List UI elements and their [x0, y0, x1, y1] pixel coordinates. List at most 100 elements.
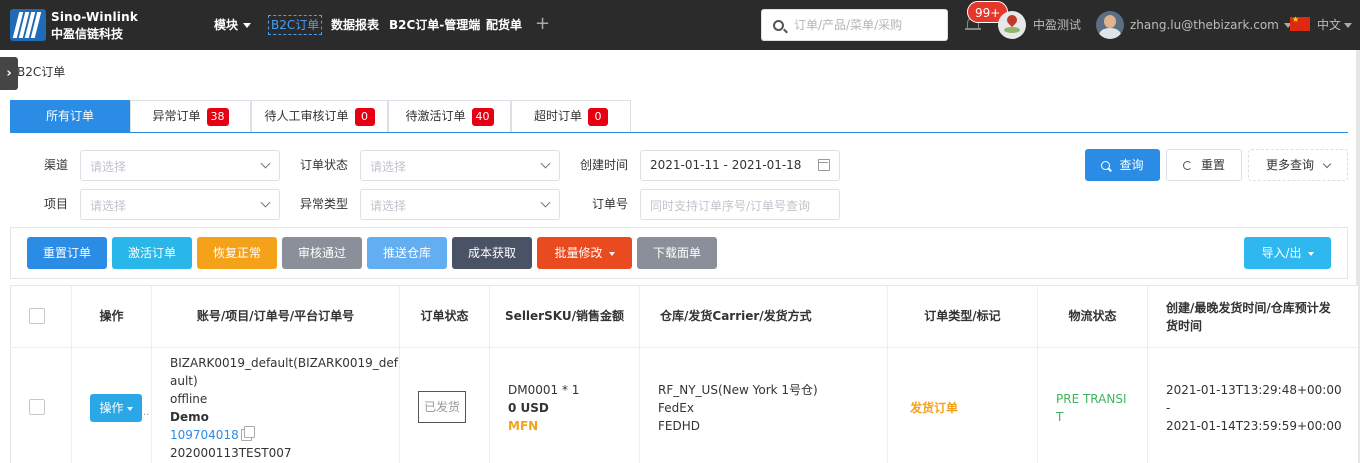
query-button-label: 查询	[1119, 158, 1144, 172]
chevron-down-icon	[260, 158, 271, 169]
more-query-button[interactable]: 更多查询	[1248, 149, 1348, 181]
tab-pending-activation-orders[interactable]: 待激活订单 40	[388, 100, 511, 132]
nav-tab-reports[interactable]: 数据报表	[331, 16, 379, 34]
brand-logo[interactable]: Sino-Winlink 中盈信链科技	[10, 9, 138, 41]
logistics-status-line-1: PRE TRANSI	[1056, 392, 1127, 406]
order-id-link[interactable]: 109704018	[170, 426, 239, 444]
seller-sku: DM0001 * 1	[508, 383, 580, 397]
restore-normal-button[interactable]: 恢复正常	[197, 237, 277, 269]
chevron-down-icon	[260, 197, 271, 208]
channel-placeholder: 请选择	[90, 160, 127, 174]
order-type: 发货订单	[910, 401, 959, 415]
tab-exception-orders[interactable]: 异常订单 38	[130, 100, 251, 132]
tab-underline	[10, 132, 1348, 133]
tab-all-orders[interactable]: 所有订单	[10, 100, 130, 132]
tab-label: 待人工审核订单	[264, 109, 349, 123]
tab-manual-review-orders[interactable]: 待人工审核订单 0	[251, 100, 388, 132]
user-email: zhang.lu@thebizark.com	[1130, 18, 1279, 32]
tab-label: 异常订单	[152, 109, 201, 123]
nav-tab-b2c-admin[interactable]: B2C订单-管理端	[389, 16, 480, 34]
created-time-range-picker[interactable]: 2021-01-11 - 2021-01-18	[640, 150, 840, 181]
row-op-dropdown-button[interactable]: 操作	[90, 394, 142, 422]
order-number-label: 订单号	[592, 197, 629, 211]
tab-label: 超时订单	[533, 109, 582, 123]
nav-module-label: 模块	[214, 18, 239, 32]
exception-type-label: 异常类型	[300, 197, 349, 211]
exception-type-placeholder: 请选择	[370, 199, 407, 213]
header-order-type: 订单类型/标记	[888, 285, 1038, 348]
fulfillment-type: MFN	[508, 419, 539, 433]
reset-button[interactable]: 重置	[1166, 149, 1242, 181]
order-status-label: 订单状态	[300, 158, 349, 172]
user-avatar[interactable]	[1096, 11, 1124, 39]
row-checkbox[interactable]	[29, 399, 45, 415]
user-menu[interactable]: zhang.lu@thebizark.com	[1130, 16, 1292, 34]
nav-module-dropdown[interactable]: 模块	[214, 16, 252, 34]
header-status: 订单状态	[400, 285, 490, 348]
order-number-input[interactable]: 同时支持订单序号/订单号查询	[640, 189, 840, 220]
org-name[interactable]: 中盈测试	[1033, 16, 1081, 34]
activate-order-button[interactable]: 激活订单	[112, 237, 192, 269]
created-time-label: 创建时间	[580, 158, 629, 172]
batch-edit-dropdown-button[interactable]: 批量修改	[537, 237, 632, 269]
reset-order-button[interactable]: 重置订单	[27, 237, 107, 269]
language-menu[interactable]: 中文	[1317, 16, 1353, 34]
import-export-label: 导入/出	[1261, 246, 1302, 260]
org-avatar[interactable]	[998, 11, 1026, 39]
channel-label: 渠道	[44, 158, 69, 172]
header-select-all-cell	[10, 285, 72, 348]
breadcrumb-bar	[0, 50, 1360, 94]
tab-label: 所有订单	[45, 109, 94, 123]
caret-down-icon	[243, 23, 252, 28]
refresh-icon	[1182, 161, 1192, 170]
header-label: 操作	[99, 309, 124, 323]
select-all-checkbox[interactable]	[29, 308, 45, 324]
overflow-dots: ..	[143, 407, 150, 418]
push-warehouse-button[interactable]: 推送仓库	[367, 237, 447, 269]
chevron-down-icon	[540, 197, 551, 208]
reset-button-label: 重置	[1200, 158, 1225, 172]
page-title: B2C订单	[17, 65, 66, 79]
nav-tab-b2c-orders[interactable]: B2C订单	[268, 15, 323, 35]
chevron-down-icon	[540, 158, 551, 169]
add-tab-icon[interactable]: +	[535, 13, 550, 35]
global-search-input[interactable]	[794, 16, 944, 34]
header-label: SellerSKU/销售金额	[505, 309, 624, 323]
approve-button[interactable]: 审核通过	[282, 237, 362, 269]
copy-icon[interactable]	[241, 426, 255, 441]
china-flag-icon[interactable]	[1290, 15, 1310, 31]
exception-type-select[interactable]: 请选择	[360, 189, 560, 220]
header-logistics: 物流状态	[1038, 285, 1148, 348]
more-query-label: 更多查询	[1265, 158, 1314, 172]
top-bar: Sino-Winlink 中盈信链科技 模块 B2C订单 数据报表 B2C订单-…	[0, 0, 1360, 50]
channel-select[interactable]: 请选择	[80, 150, 280, 181]
query-button[interactable]: 查询	[1085, 149, 1160, 181]
created-time-value: 2021-01-11 - 2021-01-18	[650, 158, 802, 172]
latest-ship-time: 2021-01-14T23:59:59+00:00	[1166, 419, 1342, 433]
language-label: 中文	[1317, 18, 1342, 32]
project-label: 项目	[44, 197, 69, 211]
get-cost-button[interactable]: 成本获取	[452, 237, 532, 269]
order-status-select[interactable]: 请选择	[360, 150, 560, 181]
account-line-3: offline	[170, 392, 208, 406]
project-placeholder: 请选择	[90, 199, 127, 213]
header-label: 仓库/发货Carrier/发货方式	[660, 309, 812, 323]
shipping-method: FEDHD	[658, 419, 700, 433]
import-export-dropdown-button[interactable]: 导入/出	[1244, 237, 1331, 269]
sidebar-toggle-chevron-icon[interactable]: ›	[0, 57, 18, 90]
search-icon	[1101, 161, 1111, 170]
count-badge: 0	[588, 107, 608, 126]
header-account: 账号/项目/订单号/平台订单号	[152, 285, 400, 348]
tab-timeout-orders[interactable]: 超时订单 0	[511, 100, 631, 132]
nav-tab-allocation[interactable]: 配货单	[486, 16, 522, 34]
platform-order-number: 202000113TEST007	[170, 446, 292, 460]
header-label: 订单状态	[420, 309, 469, 323]
global-search[interactable]	[761, 9, 948, 41]
download-label-button[interactable]: 下载面单	[637, 237, 717, 269]
time-separator: -	[1166, 401, 1171, 415]
carrier-name: FedEx	[658, 401, 694, 415]
header-label: 货时间	[1166, 319, 1203, 333]
project-select[interactable]: 请选择	[80, 189, 280, 220]
count-badge: 38	[206, 107, 229, 126]
header-label: 订单类型/标记	[924, 309, 1001, 323]
